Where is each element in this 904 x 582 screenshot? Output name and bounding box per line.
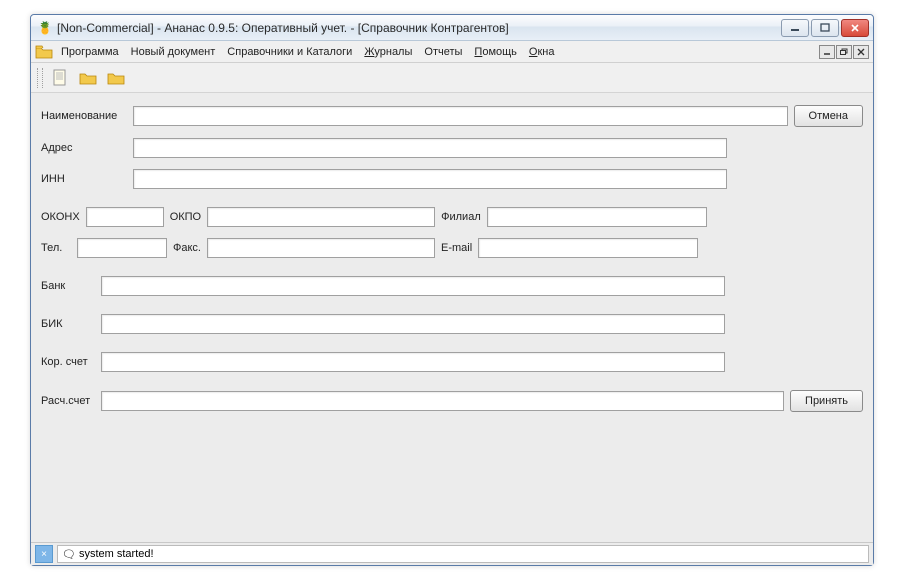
- toolbar-grip: [37, 68, 43, 88]
- okonh-input[interactable]: [86, 207, 164, 227]
- minimize-button[interactable]: [781, 19, 809, 37]
- label-branch: Филиал: [441, 211, 481, 223]
- address-input[interactable]: [133, 138, 727, 158]
- label-email: E-mail: [441, 242, 472, 254]
- cancel-button[interactable]: Отмена: [794, 105, 863, 127]
- bank-input[interactable]: [101, 276, 725, 296]
- okpo-input[interactable]: [207, 207, 435, 227]
- mdi-controls: [819, 45, 869, 59]
- name-input[interactable]: [133, 106, 788, 126]
- open-tool-button-2[interactable]: [105, 67, 127, 89]
- label-okonh: ОКОНХ: [41, 211, 80, 223]
- close-button[interactable]: [841, 19, 869, 37]
- main-window: 🍍 [Non-Commercial] - Ананас 0.9.5: Опера…: [30, 14, 874, 566]
- label-inn: ИНН: [41, 173, 127, 185]
- menu-journals[interactable]: Журналы: [358, 44, 418, 60]
- mdi-restore-button[interactable]: [836, 45, 852, 59]
- label-okpo: ОКПО: [170, 211, 201, 223]
- maximize-button[interactable]: [811, 19, 839, 37]
- bik-input[interactable]: [101, 314, 725, 334]
- menu-new-document[interactable]: Новый документ: [125, 44, 222, 60]
- titlebar: 🍍 [Non-Commercial] - Ананас 0.9.5: Опера…: [31, 15, 873, 41]
- fax-input[interactable]: [207, 238, 435, 258]
- menu-windows[interactable]: Окна: [523, 44, 561, 60]
- label-rasch: Расч.счет: [41, 395, 95, 407]
- window-controls: [781, 19, 869, 37]
- branch-input[interactable]: [487, 207, 707, 227]
- window-title: [Non-Commercial] - Ананас 0.9.5: Операти…: [57, 21, 781, 35]
- inn-input[interactable]: [133, 169, 727, 189]
- speech-icon: 🗨: [62, 548, 76, 561]
- form-area: Наименование Отмена Адрес ИНН ОКОНХ ОКПО…: [31, 93, 873, 543]
- menu-catalogs[interactable]: Справочники и Каталоги: [221, 44, 358, 60]
- label-tel: Тел.: [41, 242, 71, 254]
- label-corr: Кор. счет: [41, 356, 95, 368]
- new-doc-tool-button[interactable]: [49, 67, 71, 89]
- mdi-close-button[interactable]: [853, 45, 869, 59]
- label-name: Наименование: [41, 110, 127, 122]
- label-bik: БИК: [41, 318, 95, 330]
- toolbar: [31, 63, 873, 93]
- mdi-minimize-button[interactable]: [819, 45, 835, 59]
- label-fax: Факс.: [173, 242, 201, 254]
- open-tool-button-1[interactable]: [77, 67, 99, 89]
- status-box: 🗨 system started!: [57, 545, 869, 563]
- status-message: system started!: [79, 548, 154, 560]
- corr-input[interactable]: [101, 352, 725, 372]
- menubar: Программа Новый документ Справочники и К…: [31, 41, 873, 63]
- status-close-button[interactable]: ×: [35, 545, 53, 563]
- tel-input[interactable]: [77, 238, 167, 258]
- menu-program[interactable]: Программа: [55, 44, 125, 60]
- menu-help[interactable]: Помощь: [468, 44, 523, 60]
- app-icon: 🍍: [37, 20, 53, 36]
- rasch-input[interactable]: [101, 391, 784, 411]
- folder-icon: [35, 44, 53, 60]
- menu-reports[interactable]: Отчеты: [418, 44, 468, 60]
- email-input[interactable]: [478, 238, 698, 258]
- accept-button[interactable]: Принять: [790, 390, 863, 412]
- status-bar: × 🗨 system started!: [31, 543, 873, 565]
- label-bank: Банк: [41, 280, 95, 292]
- label-address: Адрес: [41, 142, 127, 154]
